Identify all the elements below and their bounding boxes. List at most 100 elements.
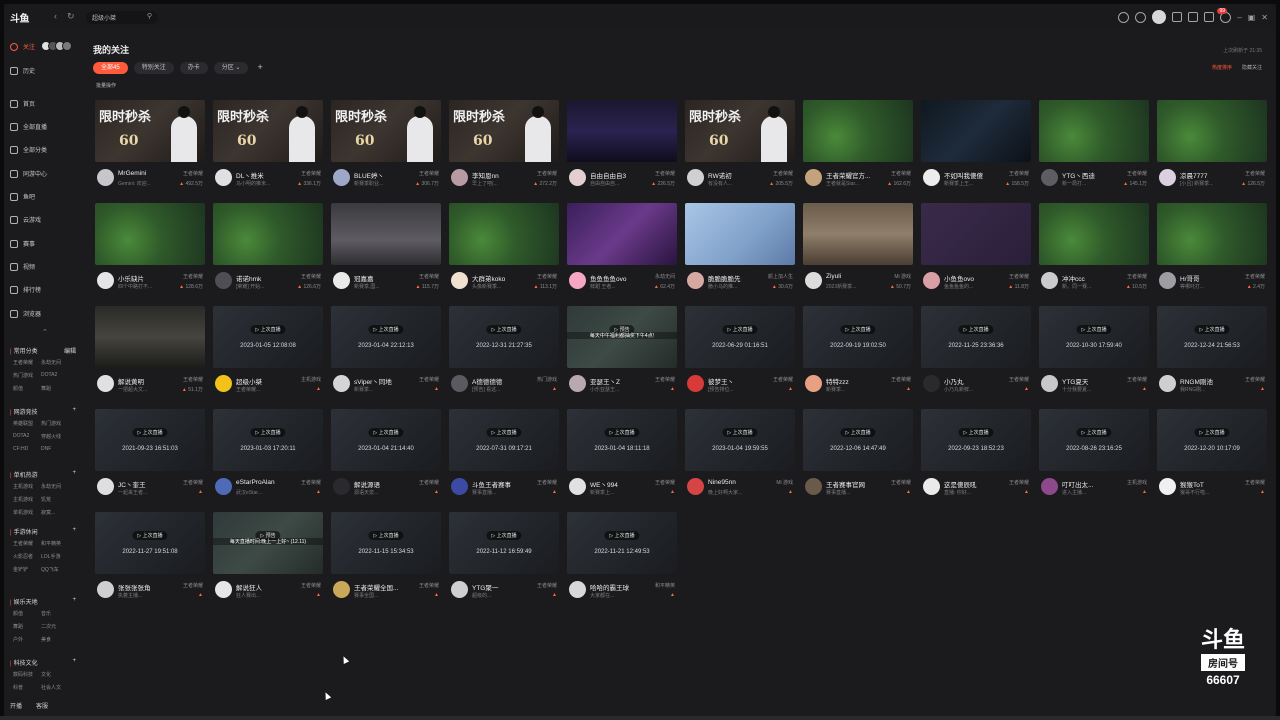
category-link[interactable]: 饥荒 (41, 496, 69, 503)
streamer-avatar[interactable] (1041, 272, 1058, 289)
stream-card[interactable]: ▷ 上次直播 2021-09-23 16:51:03 JC丶奎王 王者荣耀 一起来王者.… (95, 409, 205, 503)
stream-card[interactable]: 王者荣耀官方... 王者荣耀 王者就是Star... ▲ 162.6万 (803, 100, 913, 194)
stream-thumbnail[interactable] (95, 203, 205, 265)
streamer-avatar[interactable] (923, 272, 940, 289)
streamer-avatar[interactable] (1159, 478, 1176, 495)
hide-follow-link[interactable]: 隐藏关注 (1242, 64, 1262, 71)
stream-thumbnail[interactable] (685, 203, 795, 265)
stream-card[interactable]: YTG丶西迪 王者荣耀 新一局打... ▲ 145.1万 (1039, 100, 1149, 194)
customer-service-button[interactable]: 客服 (36, 701, 48, 710)
tab-card[interactable]: 办卡 (179, 62, 208, 74)
streamer-avatar[interactable] (97, 478, 114, 495)
stream-card[interactable]: ▷ 上次直播 2023-01-04 18:11:18 WE丶994 王者荣耀 新赛季上.… (567, 409, 677, 503)
streamer-avatar[interactable] (451, 272, 468, 289)
streamer-avatar[interactable] (923, 375, 940, 392)
category-link[interactable]: 和平精英 (41, 540, 69, 547)
stream-thumbnail[interactable] (1157, 203, 1267, 265)
stream-thumbnail[interactable] (1039, 203, 1149, 265)
streamer-name[interactable]: A德德德德 (472, 376, 530, 386)
category-link[interactable]: CF:HD (13, 446, 41, 452)
stream-thumbnail[interactable]: ▷ 预告 每天直播时间:晚上一上好~ (12.11) (213, 512, 323, 574)
task-icon[interactable] (1172, 12, 1183, 22)
category-link[interactable]: 二次元 (41, 623, 69, 630)
stream-card[interactable]: 诺诺hmk 王者荣耀 [荣耀] 开始... ▲ 126.6万 (213, 203, 323, 297)
streamer-avatar[interactable] (97, 375, 114, 392)
stream-card[interactable]: Ziyuli Mi 游戏 2023新赛季... ▲ 50.7万 (803, 203, 913, 297)
stream-card[interactable]: 冲冲ccc 王者荣耀 新。同一赛... ▲ 10.5万 (1039, 203, 1149, 297)
streamer-name[interactable]: YTG夏天 (1062, 376, 1120, 386)
heart-icon[interactable] (1135, 11, 1147, 23)
stream-card[interactable]: ▷ 上次直播 2022-08-26 23:16:25 叮叮出太... 主机游戏 进入主播… (1039, 409, 1149, 503)
sidebar-item-esports[interactable]: 赛事 (10, 239, 35, 248)
stream-card[interactable]: 限时秒杀 60 李知恩nn 王者荣耀 早上了吧(... ▲ 272.2万 (449, 100, 559, 194)
category-link[interactable]: 热门游戏 (13, 372, 41, 379)
streamer-avatar[interactable] (1041, 478, 1058, 495)
group-action[interactable]: + (72, 407, 76, 416)
stream-card[interactable]: ▷ 上次直播 2023-01-04 22:12:13 sViper丶同地 王者荣耀 新赛… (331, 306, 441, 400)
streamer-avatar[interactable] (215, 375, 232, 392)
category-link[interactable]: 单机游戏 (13, 509, 41, 516)
stream-card[interactable]: 小乐缺片 王者荣耀 四个中路打不... ▲ 128.6万 (95, 203, 205, 297)
go-live-button[interactable]: 开播 (10, 701, 22, 710)
category-group-header[interactable]: | 单机热游 + (10, 470, 76, 479)
category-link[interactable]: 舞蹈 (13, 623, 41, 630)
streamer-name[interactable]: 特特zzz (826, 376, 884, 386)
streamer-name[interactable]: YTG丶西迪 (1062, 170, 1120, 180)
clock-icon[interactable] (1118, 11, 1130, 23)
streamer-avatar[interactable] (1041, 169, 1058, 186)
streamer-avatar[interactable] (333, 375, 350, 392)
streamer-name[interactable]: 哈哈的霸王球 (590, 582, 648, 592)
stream-card[interactable]: ▷ 上次直播 2022-06-29 01:16:51 彼梦王丶 王者荣耀 [预告排位..… (685, 306, 795, 400)
stream-thumbnail[interactable] (1039, 100, 1149, 162)
streamer-name[interactable]: 叮叮出太... (1062, 479, 1120, 489)
streamer-name[interactable]: MrGemini (118, 170, 176, 177)
stream-thumbnail[interactable]: ▷ 上次直播 2022-11-15 15:34:53 (331, 512, 441, 574)
stream-thumbnail[interactable]: ▷ 上次直播 2022-12-24 21:56:53 (1157, 306, 1267, 368)
stream-thumbnail[interactable] (803, 100, 913, 162)
stream-card[interactable]: 脆脆脆脆先 颜上加人生 脆小马的推... ▲ 30.6万 (685, 203, 795, 297)
streamer-avatar[interactable] (569, 581, 586, 598)
streamer-avatar[interactable] (569, 272, 586, 289)
streamer-name[interactable]: 小乃丸 (944, 376, 1002, 386)
category-link[interactable]: 热门游戏 (41, 420, 69, 427)
stream-thumbnail[interactable]: ▷ 上次直播 2022-11-21 12:49:53 (567, 512, 677, 574)
stream-card[interactable]: 限时秒杀 60 BLUE婷丶 王者荣耀 新赛季职业... ▲ 306.7万 (331, 100, 441, 194)
streamer-name[interactable]: 自由自由自3 (590, 170, 648, 180)
streamer-avatar[interactable] (215, 478, 232, 495)
stream-thumbnail[interactable] (567, 203, 677, 265)
stream-card[interactable]: 鱼鱼鱼鱼ovo 永劫无间 鲜甜 王者... ▲ 62.4万 (567, 203, 677, 297)
category-link[interactable]: 王者荣耀 (13, 359, 41, 366)
stream-thumbnail[interactable] (567, 100, 677, 162)
streamer-name[interactable]: 王者荣耀官方... (826, 170, 884, 180)
streamer-name[interactable]: Ziyuli (826, 273, 884, 280)
streamer-avatar[interactable] (923, 478, 940, 495)
category-link[interactable]: 主机游戏 (13, 496, 41, 503)
streamer-name[interactable]: 鱼鱼鱼鱼ovo (590, 273, 648, 283)
category-link[interactable]: 颜值 (13, 385, 41, 392)
streamer-name[interactable]: 冲冲ccc (1062, 273, 1120, 283)
stream-card[interactable]: ▷ 上次直播 2022-09-23 18:52:23 这是傻辰吼 王者荣耀 直播: 你好… (921, 409, 1031, 503)
streamer-name[interactable]: 解说黄明 (118, 376, 176, 386)
category-link[interactable]: 数码科技 (13, 671, 41, 678)
stream-thumbnail[interactable]: ▷ 上次直播 2022-12-31 21:27:35 (449, 306, 559, 368)
stream-thumbnail[interactable] (921, 203, 1031, 265)
sidebar-item-game-center[interactable]: 同游中心 (10, 169, 47, 178)
stream-card[interactable]: ▷ 预告 每天中午福利都抽奖下午4点! 亚瑟王丶Z 王者荣耀 小乐亚瑟王... ▲ (567, 306, 677, 400)
sidebar-item-ranking[interactable]: 排行榜 (10, 285, 41, 294)
message-icon[interactable] (1204, 12, 1215, 22)
streamer-name[interactable]: 张张张张角 (118, 582, 176, 592)
stream-card[interactable]: 冠嘉嘉 王者荣耀 新赛季,国... ▲ 115.7万 (331, 203, 441, 297)
tab-special[interactable]: 特别关注 (133, 62, 174, 74)
streamer-name[interactable]: 这是傻辰吼 (944, 479, 1002, 489)
stream-thumbnail[interactable] (1157, 100, 1267, 162)
streamer-name[interactable]: 王者荣耀全国... (354, 582, 412, 592)
streamer-avatar[interactable] (215, 169, 232, 186)
stream-thumbnail[interactable]: 限时秒杀 60 (95, 100, 205, 162)
streamer-avatar[interactable] (97, 169, 114, 186)
streamer-name[interactable]: 冠嘉嘉 (354, 273, 412, 283)
stream-thumbnail[interactable]: ▷ 上次直播 2022-12-20 10:17:09 (1157, 409, 1267, 471)
streamer-avatar[interactable] (97, 581, 114, 598)
stream-thumbnail[interactable] (449, 203, 559, 265)
stream-thumbnail[interactable]: ▷ 上次直播 2022-09-19 19:02:50 (803, 306, 913, 368)
stream-thumbnail[interactable]: ▷ 预告 每天中午福利都抽奖下午4点! (567, 306, 677, 368)
